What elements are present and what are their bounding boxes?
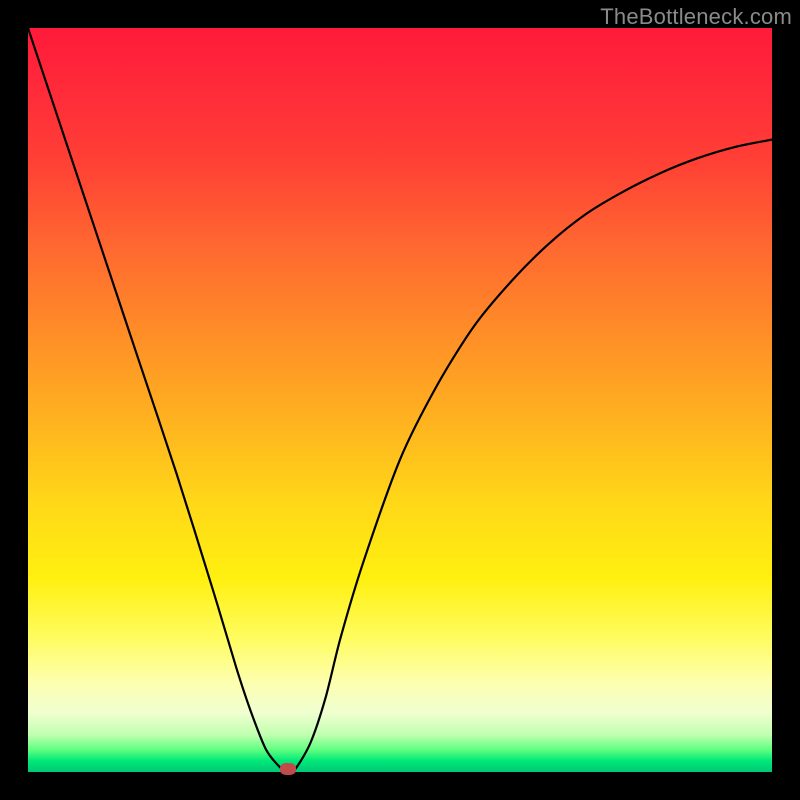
watermark-text: TheBottleneck.com xyxy=(600,4,792,30)
plot-area xyxy=(28,28,772,772)
bottleneck-curve xyxy=(28,28,772,772)
optimal-point-marker xyxy=(280,763,296,775)
curve-svg xyxy=(28,28,772,772)
chart-frame: TheBottleneck.com xyxy=(0,0,800,800)
